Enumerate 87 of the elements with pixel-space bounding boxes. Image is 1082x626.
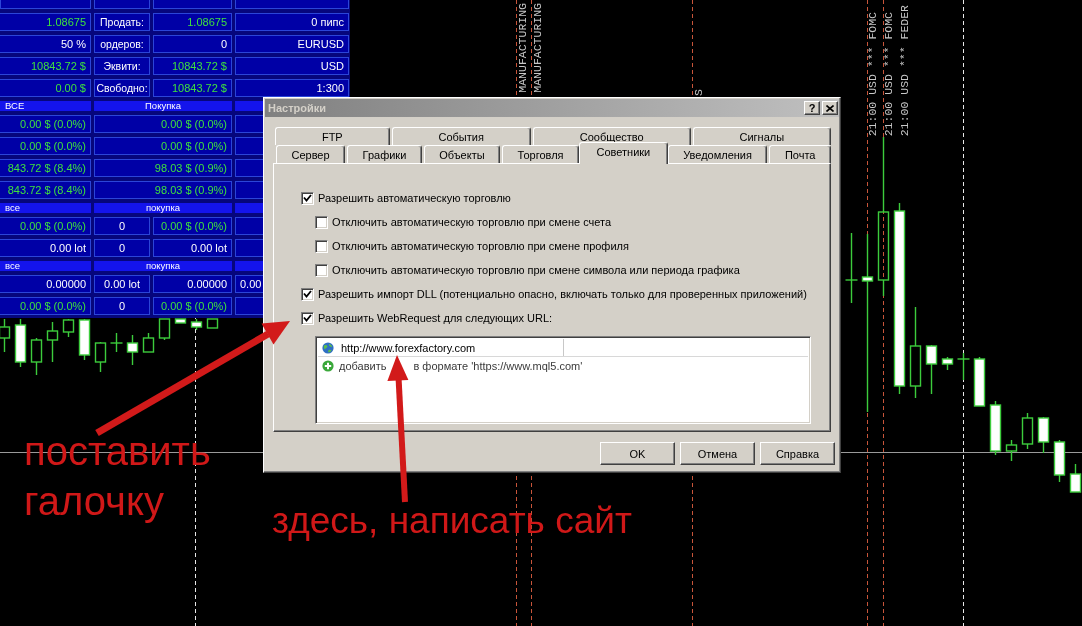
table-cell: 0.00 $ (0.0%) xyxy=(0,217,91,235)
window-title: Настройки xyxy=(268,102,327,114)
table-cell: 50 % xyxy=(0,35,91,53)
table-cell: 843.72 $ (8.4%) xyxy=(0,181,91,199)
tab[interactable]: Уведомления xyxy=(667,145,768,163)
table-cell: 0 пипс xyxy=(235,13,349,31)
table-cell: 1.08675 xyxy=(0,13,91,31)
empty-cell xyxy=(94,0,150,9)
plus-icon xyxy=(322,360,334,372)
checkbox[interactable] xyxy=(301,191,314,205)
checkmark-icon xyxy=(303,194,312,202)
close-button[interactable] xyxy=(822,101,838,115)
section-header: ВСЕ xyxy=(0,101,91,111)
table-cell: 0.00 $ (0.0%) xyxy=(153,297,232,315)
table-cell: 0.00000 xyxy=(0,275,91,293)
table-cell: 0.00 $ (0.0%) xyxy=(94,115,232,133)
checkmark-icon xyxy=(303,290,312,298)
checkbox[interactable] xyxy=(315,239,328,253)
table-cell: 0 xyxy=(94,239,150,257)
tab[interactable]: Графики xyxy=(347,145,422,163)
table-cell: 10843.72 $ xyxy=(153,79,232,97)
table-cell: 1.08675 xyxy=(153,13,232,31)
tab[interactable]: Советники xyxy=(579,142,668,164)
section-header: покупка xyxy=(94,261,232,271)
close-icon xyxy=(826,104,834,112)
table-cell: 0.00 $ (0.0%) xyxy=(94,137,232,155)
option-label: Отключить автоматическую торговлю при смене профиля xyxy=(332,240,629,252)
help-button[interactable]: ? xyxy=(804,101,820,115)
table-cell: 10843.72 $ xyxy=(0,57,91,75)
event-label: 21:00 USD *** FOMC xyxy=(868,11,877,136)
table-cell: Свободно: xyxy=(94,79,150,97)
url-list[interactable]: http://www.forexfactory.com добавить в формате 'https://www.mql5.com' xyxy=(315,336,811,424)
checkbox[interactable] xyxy=(301,287,314,301)
option-label: Разрешить WebRequest для следующих URL: xyxy=(318,312,553,324)
table-cell: 0.00 $ xyxy=(0,79,91,97)
table-cell: Продать: xyxy=(94,13,150,31)
table-cell: 0.00 $ (0.0%) xyxy=(0,297,91,315)
table-cell: 1:300 xyxy=(235,79,349,97)
tab[interactable]: FTP xyxy=(275,127,390,145)
list-item[interactable]: добавить в формате 'https://www.mql5.com' xyxy=(318,357,808,375)
table-cell: ордеров: xyxy=(94,35,150,53)
section-header: Покупка xyxy=(94,101,232,111)
table-cell: 0 xyxy=(153,35,232,53)
option-label: Отключить автоматическую торговлю при смене счета xyxy=(332,216,612,228)
table-cell: 98.03 $ (0.9%) xyxy=(94,181,232,199)
table-cell: 0.00 lot xyxy=(0,239,91,257)
table-cell: 10843.72 $ xyxy=(153,57,232,75)
table-cell: 0.00 lot xyxy=(153,239,232,257)
event-label: MANUFACTURING xyxy=(518,3,527,93)
tab[interactable]: События xyxy=(391,127,531,145)
table-cell: 0 xyxy=(94,217,150,235)
dialog-button[interactable]: Справка xyxy=(760,442,835,465)
tab[interactable]: Сигналы xyxy=(692,127,831,145)
tab[interactable]: Почта xyxy=(769,145,831,163)
event-label: 21:00 USD *** FEDER xyxy=(900,4,909,136)
tab[interactable]: Сообщество xyxy=(532,127,691,145)
table-cell: Эквити: xyxy=(94,57,150,75)
checkbox[interactable] xyxy=(301,311,314,325)
tab[interactable]: Торговля xyxy=(502,145,579,163)
table-cell: 0.00 $ (0.0%) xyxy=(0,137,91,155)
event-label: S xyxy=(694,89,703,96)
table-cell: 0.00 $ (0.0%) xyxy=(0,115,91,133)
table-cell: 0.00 $ (0.0%) xyxy=(153,217,232,235)
table-cell: 0 xyxy=(94,297,150,315)
table-cell: 843.72 $ (8.4%) xyxy=(0,159,91,177)
list-item[interactable]: http://www.forexfactory.com xyxy=(318,339,808,357)
table-cell: 0.00000 xyxy=(153,275,232,293)
option-label: Отключить автоматическую торговлю при смене символа или периода графика xyxy=(332,264,740,276)
tab[interactable]: Сервер xyxy=(276,145,346,163)
table-cell: EURUSD xyxy=(235,35,349,53)
annotation-text: здесь, написать сайт xyxy=(272,500,632,542)
dialog-button[interactable]: OK xyxy=(600,442,675,465)
checkmark-icon xyxy=(303,314,312,322)
option-label: Разрешить автоматическую торговлю xyxy=(318,192,511,204)
dialog-button[interactable]: Отмена xyxy=(680,442,755,465)
table-cell: 98.03 $ (0.9%) xyxy=(94,159,232,177)
table-cell: 0.00 lot xyxy=(94,275,150,293)
event-label: 21:00 USD *** FOMC xyxy=(884,11,893,136)
event-label: MANUFACTURING xyxy=(533,3,542,93)
globe-icon xyxy=(322,341,334,354)
checkbox[interactable] xyxy=(315,263,328,277)
section-header: покупка xyxy=(94,203,232,213)
section-header: все xyxy=(0,203,91,213)
tab[interactable]: Объекты xyxy=(423,145,501,163)
section-header: все xyxy=(0,261,91,271)
checkbox[interactable] xyxy=(315,215,328,229)
table-cell: USD xyxy=(235,57,349,75)
